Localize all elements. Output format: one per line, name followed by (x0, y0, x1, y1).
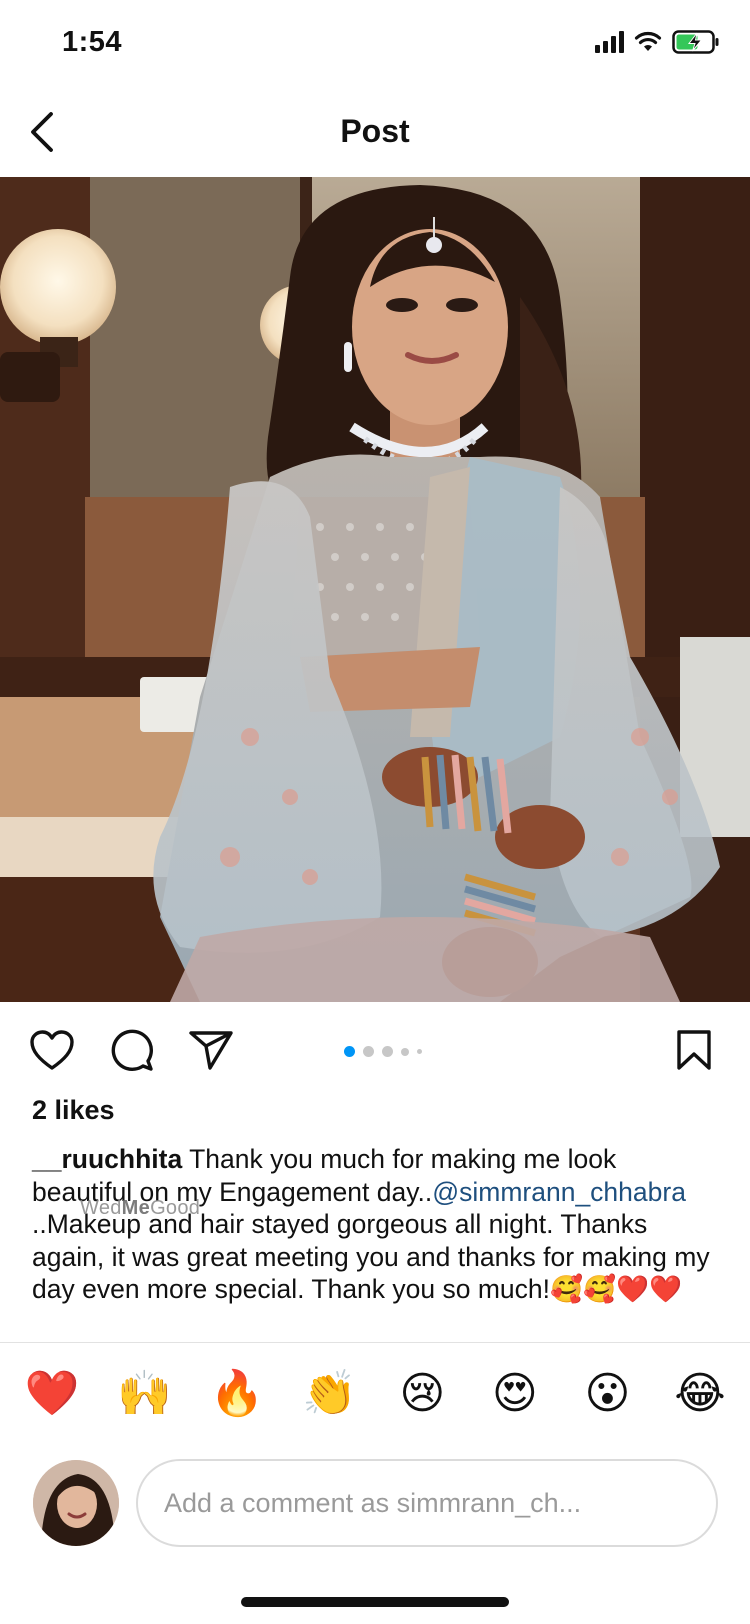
post-photo-illustration (0, 177, 750, 1002)
divider (0, 1342, 750, 1343)
reaction-crying-face[interactable]: 😢 (396, 1368, 448, 1420)
carousel-dot-active (344, 1046, 355, 1057)
carousel-indicator (344, 1046, 422, 1057)
avatar[interactable] (33, 1460, 119, 1546)
reaction-surprised-face[interactable]: 😮 (581, 1368, 633, 1420)
caption-text-continued: ..Makeup and hair stayed gorgeous all ni… (32, 1209, 710, 1304)
status-icons (595, 30, 720, 54)
carousel-dot (401, 1047, 409, 1056)
watermark-bold: Me (121, 1197, 151, 1219)
quick-reactions: ❤️ 🙌 🔥 👏 😢 😍 😮 😂 (25, 1368, 726, 1420)
caption-mention[interactable]: @simmrann_chhabra (432, 1177, 686, 1207)
home-indicator[interactable] (241, 1597, 509, 1607)
reaction-raised-hands[interactable]: 🙌 (117, 1368, 172, 1420)
share-button[interactable] (187, 1026, 235, 1074)
watermark-prefix: Wed (80, 1197, 122, 1219)
post-image[interactable] (0, 177, 750, 1002)
comment-icon (111, 1029, 153, 1071)
status-time: 1:54 (62, 26, 123, 58)
carousel-dot (417, 1049, 422, 1054)
watermark: WedMeGood (80, 1197, 200, 1220)
like-button[interactable] (28, 1026, 76, 1074)
post-actions (0, 1020, 750, 1080)
battery-charging-icon (672, 30, 719, 54)
watermark-suffix: Good (150, 1197, 201, 1219)
send-icon (189, 1031, 233, 1070)
reaction-fire[interactable]: 🔥 (210, 1368, 265, 1420)
comment-input[interactable]: Add a comment as simmrann_ch... (136, 1459, 718, 1547)
post-caption: __ruuchhita Thank you much for making me… (32, 1143, 722, 1306)
bookmark-icon (677, 1030, 711, 1070)
likes-count[interactable]: 2 likes (32, 1095, 115, 1126)
avatar-image (33, 1460, 119, 1546)
heart-icon (30, 1030, 74, 1070)
reaction-heart-eyes[interactable]: 😍 (489, 1368, 541, 1420)
wifi-icon (634, 31, 662, 51)
carousel-dot (382, 1046, 393, 1057)
save-button[interactable] (670, 1026, 718, 1074)
comment-button[interactable] (108, 1026, 156, 1074)
nav-bar: Post (0, 95, 750, 175)
status-bar: 1:54 (0, 0, 750, 90)
page-title: Post (340, 113, 410, 149)
reaction-red-heart[interactable]: ❤️ (25, 1368, 80, 1420)
cellular-signal-icon (595, 31, 624, 53)
carousel-dot (363, 1046, 374, 1057)
reaction-tears-of-joy[interactable]: 😂 (674, 1368, 726, 1420)
caption-username[interactable]: __ruuchhita (32, 1144, 182, 1174)
reaction-clapping-hands[interactable]: 👏 (302, 1368, 357, 1420)
